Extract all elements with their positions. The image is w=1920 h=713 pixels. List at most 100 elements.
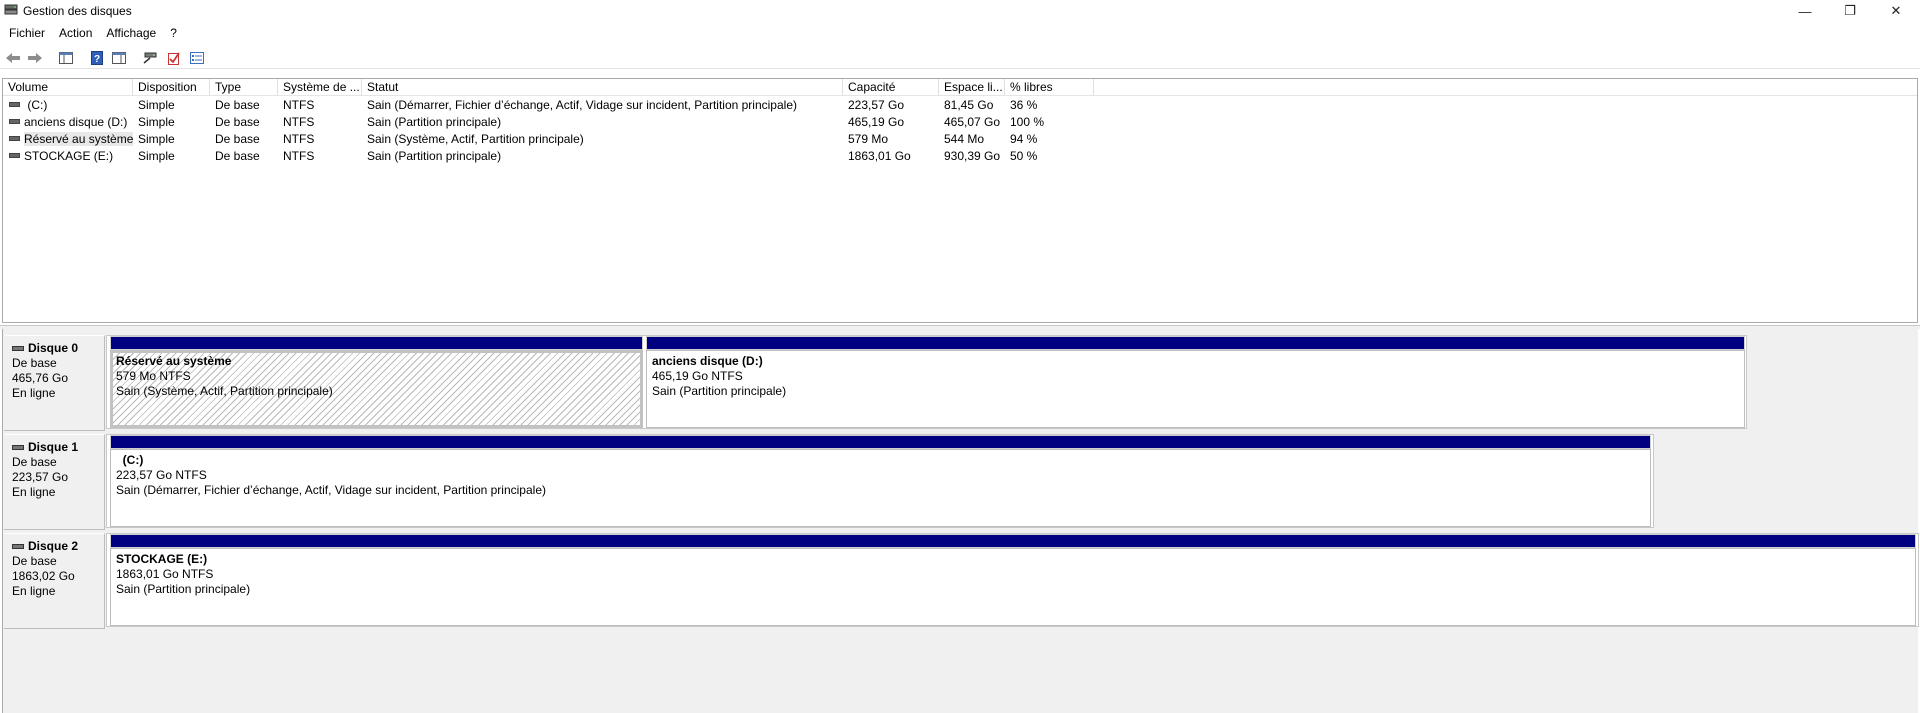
partition-status: Sain (Démarrer, Fichier d’échange, Actif… <box>116 483 546 497</box>
free-space-cell: 465,07 Go <box>944 115 1001 129</box>
volume-row[interactable]: STOCKAGE (E:) Simple De base NTFS Sain (… <box>3 148 1103 165</box>
properties-icon <box>112 52 126 64</box>
volume-name-cell: STOCKAGE (E:) <box>3 148 133 165</box>
free-space-cell: 81,45 Go <box>944 98 994 112</box>
percent-free-cell: 94 % <box>1010 132 1038 146</box>
volume-name-cell: (C:) <box>3 97 133 114</box>
volume-icon <box>9 102 20 108</box>
partition-name: anciens disque (D:) <box>652 354 763 368</box>
partition-c[interactable]: (C:) 223,57 Go NTFS Sain (Démarrer, Fich… <box>110 435 1651 527</box>
disposition-cell: Simple <box>138 115 175 129</box>
capacity-cell: 1863,01 Go <box>848 149 911 163</box>
disk-1-label[interactable]: Disque 1 De base 223,57 Go En ligne <box>4 434 105 530</box>
partition-body: (C:) 223,57 Go NTFS Sain (Démarrer, Fich… <box>110 449 1651 527</box>
disk-management-app-icon <box>4 4 18 15</box>
disk-0-label[interactable]: Disque 0 De base 465,76 Go En ligne <box>4 335 105 431</box>
disposition-cell: Simple <box>138 98 175 112</box>
column-header-filler <box>1094 79 1917 96</box>
partition-bar <box>110 336 643 350</box>
help-button[interactable]: ? <box>88 50 106 66</box>
volume-list[interactable]: Volume Disposition Type Système de ... S… <box>2 78 1918 323</box>
filesystem-cell: NTFS <box>283 115 315 129</box>
check-button[interactable] <box>165 50 183 66</box>
console-tree-icon <box>59 52 73 64</box>
type-cell: De base <box>215 98 260 112</box>
free-space-cell: 544 Mo <box>944 132 985 146</box>
menu-bar: Fichier Action Affichage ? <box>0 23 1920 43</box>
list-view-button[interactable] <box>188 50 206 66</box>
disk-0-partitions: Réservé au système 579 Mo NTFS Sain (Sys… <box>106 335 1747 429</box>
column-header-status[interactable]: Statut <box>362 79 843 96</box>
volume-name-cell: anciens disque (D:) <box>3 114 133 131</box>
status-cell: Sain (Système, Actif, Partition principa… <box>367 132 584 146</box>
restore-button[interactable]: ❐ <box>1827 0 1873 22</box>
partition-d[interactable]: anciens disque (D:) 465,19 Go NTFS Sain … <box>646 336 1745 428</box>
column-header-volume[interactable]: Volume <box>3 79 133 96</box>
disk-1-size: 223,57 Go <box>12 470 69 484</box>
check-icon <box>168 52 180 65</box>
console-tree-button[interactable] <box>57 50 75 66</box>
connect-button[interactable] <box>141 50 159 66</box>
properties-button[interactable] <box>110 50 128 66</box>
type-cell: De base <box>215 149 260 163</box>
column-header-percent-free[interactable]: % libres <box>1005 79 1094 96</box>
disk-graphical-view: Disque 0 De base 465,76 Go En ligne Rése… <box>2 329 1919 713</box>
partition-status: Sain (Partition principale) <box>116 582 251 596</box>
partition-name: Réservé au système <box>116 354 232 368</box>
disposition-cell: Simple <box>138 149 175 163</box>
capacity-cell: 223,57 Go <box>848 98 905 112</box>
disk-0-type: De base <box>12 356 57 370</box>
free-space-cell: 930,39 Go <box>944 149 1001 163</box>
forward-button[interactable] <box>26 50 44 66</box>
column-header-capacity[interactable]: Capacité <box>843 79 939 96</box>
capacity-cell: 465,19 Go <box>848 115 905 129</box>
window-title: Gestion des disques <box>23 4 132 18</box>
disk-1-state: En ligne <box>12 485 56 499</box>
partition-name: STOCKAGE (E:) <box>116 552 208 566</box>
partition-reserved-system[interactable]: Réservé au système 579 Mo NTFS Sain (Sys… <box>110 336 643 428</box>
minimize-button[interactable]: — <box>1782 0 1828 22</box>
volume-icon <box>9 153 20 159</box>
close-icon: ✕ <box>1890 3 1902 18</box>
menu-affichage[interactable]: Affichage <box>99 23 163 43</box>
disk-2-state: En ligne <box>12 584 56 598</box>
partition-size-fs: 465,19 Go NTFS <box>652 369 743 383</box>
back-button[interactable] <box>4 50 22 66</box>
volume-icon <box>9 136 20 142</box>
partition-body: anciens disque (D:) 465,19 Go NTFS Sain … <box>646 350 1745 428</box>
column-header-free-space[interactable]: Espace li... <box>939 79 1005 96</box>
column-header-filesystem[interactable]: Système de ... <box>278 79 362 96</box>
volume-row[interactable]: anciens disque (D:) Simple De base NTFS … <box>3 114 1103 131</box>
disk-icon <box>12 544 24 549</box>
close-button[interactable]: ✕ <box>1873 0 1919 22</box>
status-cell: Sain (Partition principale) <box>367 115 502 129</box>
menu-help[interactable]: ? <box>163 23 184 43</box>
partition-e[interactable]: STOCKAGE (E:) 1863,01 Go NTFS Sain (Part… <box>110 534 1916 626</box>
disk-1-type: De base <box>12 455 57 469</box>
disk-0-name: Disque 0 <box>28 341 79 355</box>
disk-2-title: Disque 2 <box>12 539 104 554</box>
disk-2-label[interactable]: Disque 2 De base 1863,02 Go En ligne <box>4 533 105 629</box>
disk-2-size: 1863,02 Go <box>12 569 75 583</box>
disposition-cell: Simple <box>138 132 175 146</box>
menu-fichier[interactable]: Fichier <box>0 23 52 43</box>
toolbar: ? <box>0 47 1920 69</box>
disk-1-partitions: (C:) 223,57 Go NTFS Sain (Démarrer, Fich… <box>106 434 1654 528</box>
disk-0-title: Disque 0 <box>12 341 104 356</box>
volume-row[interactable]: (C:) Simple De base NTFS Sain (Démarrer,… <box>3 97 1103 114</box>
volume-row[interactable]: Réservé au système Simple De base NTFS S… <box>3 131 1103 148</box>
connect-icon <box>143 52 157 64</box>
volume-name-cell: Réservé au système <box>3 131 133 148</box>
status-cell: Sain (Démarrer, Fichier d’échange, Actif… <box>367 98 797 112</box>
percent-free-cell: 36 % <box>1010 98 1038 112</box>
back-arrow-icon <box>6 53 20 63</box>
svg-text:?: ? <box>94 54 100 65</box>
volume-icon <box>9 119 20 125</box>
disk-icon <box>12 346 24 351</box>
filesystem-cell: NTFS <box>283 98 315 112</box>
column-header-disposition[interactable]: Disposition <box>133 79 210 96</box>
column-header-type[interactable]: Type <box>210 79 278 96</box>
partition-bar <box>646 336 1745 350</box>
menu-action[interactable]: Action <box>52 23 99 43</box>
disk-1-name: Disque 1 <box>28 440 79 454</box>
